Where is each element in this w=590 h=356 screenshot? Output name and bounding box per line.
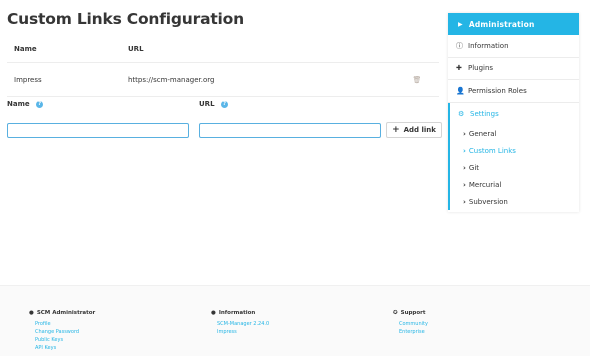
add-link-button[interactable]: + Add link [386,122,442,138]
chevron-right-icon: › [463,146,466,155]
column-header-name: Name [7,45,121,63]
footer-admin-column: ● SCM Administrator Profile Change Passw… [29,310,95,352]
footer-support-column: ✪ Support Community Enterprise [393,310,428,336]
add-link-form: Name ? URL ? + Add link [7,100,443,140]
help-icon[interactable]: ? [36,100,44,108]
page-title: Custom Links Configuration [7,10,244,28]
footer-link-public-keys[interactable]: Public Keys [35,336,95,344]
table-header-row: Name URL [7,45,439,63]
footer-admin-heading: ● SCM Administrator [29,310,95,316]
chevron-right-icon: › [463,129,466,138]
sidebar-header-administration[interactable]: ▶ Administration [448,13,579,35]
column-header-actions [395,45,439,63]
footer-link-change-password[interactable]: Change Password [35,328,95,336]
url-label-text: URL [199,100,215,108]
subitem-label: Custom Links [468,146,516,155]
footer-link-impress[interactable]: Impress [217,328,269,336]
sidebar-item-label: Settings [470,109,499,118]
sidebar-subitem-git[interactable]: › Git [450,159,579,176]
subitem-label: Git [468,163,480,172]
sidebar-header-label: Administration [468,19,535,29]
sidebar-item-settings[interactable]: ⚙ Settings [450,103,579,126]
footer-link-version[interactable]: SCM-Manager 2.24.0 [217,320,269,328]
footer: ● SCM Administrator Profile Change Passw… [0,285,590,356]
sidebar-item-label: Plugins [468,64,494,73]
footer-information-column: ● Information SCM-Manager 2.24.0 Impress [211,310,269,336]
name-input[interactable] [7,123,189,138]
caret-right-icon: ▶ [458,20,463,28]
footer-admin-title: SCM Administrator [36,310,96,316]
puzzle-icon: ✚ [456,64,462,73]
url-field-label: URL ? [199,100,228,108]
sidebar-subitem-mercurial[interactable]: › Mercurial [450,176,579,193]
info-circle-icon: ● [211,310,216,316]
main-content: Custom Links Configuration Name URL Impr… [7,10,443,138]
custom-links-table: Name URL Impress https://scm-manager.org… [7,45,439,97]
plus-icon: + [392,125,400,135]
info-circle-icon: ⓘ [456,41,463,50]
footer-information-heading: ● Information [211,310,269,316]
sidebar: ▶ Administration ⓘ Information ✚ Plugins… [448,13,579,212]
trash-icon: 🗑 [412,75,422,84]
add-link-label: Add link [403,126,436,134]
name-field-label: Name ? [7,100,44,108]
sidebar-item-label: Information [468,41,509,50]
footer-link-profile[interactable]: Profile [35,320,95,328]
subitem-label: General [468,129,497,138]
sidebar-item-permission-roles[interactable]: 👤 Permission Roles [448,80,579,103]
name-label-text: Name [7,100,30,108]
sidebar-item-plugins[interactable]: ✚ Plugins [448,58,579,80]
footer-support-heading: ✪ Support [393,310,428,316]
chevron-right-icon: › [463,197,466,206]
footer-link-api-keys[interactable]: API Keys [35,344,95,352]
footer-link-community[interactable]: Community [399,320,428,328]
user-shield-icon: 👤 [456,86,465,95]
gear-icon: ⚙ [458,109,465,118]
column-header-url: URL [121,45,395,63]
link-name-cell: Impress [7,62,121,97]
help-icon[interactable]: ? [220,100,228,108]
chevron-right-icon: › [463,180,466,189]
footer-link-enterprise[interactable]: Enterprise [399,328,428,336]
user-circle-icon: ● [29,310,34,316]
sidebar-item-information[interactable]: ⓘ Information [448,35,579,58]
settings-section: ⚙ Settings › General › Custom Links › Gi… [448,102,579,210]
chevron-right-icon: › [463,163,466,172]
table-row: Impress https://scm-manager.org 🗑 [7,62,439,97]
delete-link-button[interactable]: 🗑 [395,62,439,97]
sidebar-subitem-subversion[interactable]: › Subversion [450,193,579,210]
footer-information-title: Information [218,310,256,316]
life-ring-icon: ✪ [393,310,398,316]
sidebar-item-label: Permission Roles [468,86,527,95]
subitem-label: Mercurial [468,180,502,189]
link-url-cell: https://scm-manager.org [121,62,395,97]
sidebar-subitem-general[interactable]: › General [450,125,579,142]
subitem-label: Subversion [468,197,508,206]
sidebar-subitem-custom-links[interactable]: › Custom Links [450,142,579,159]
footer-support-title: Support [400,310,426,316]
url-input[interactable] [199,123,381,138]
